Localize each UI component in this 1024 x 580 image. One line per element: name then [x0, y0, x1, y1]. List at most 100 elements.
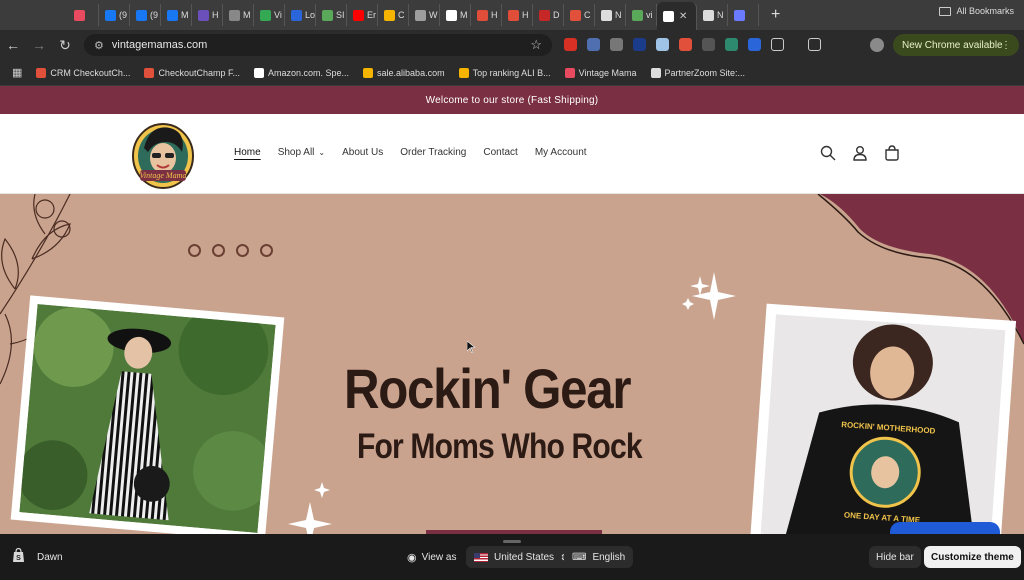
- browser-tab[interactable]: N: [595, 4, 626, 26]
- browser-tab[interactable]: Vi: [254, 4, 285, 26]
- drag-handle[interactable]: [503, 540, 521, 543]
- bookmark-item[interactable]: CRM CheckoutCh...: [36, 67, 130, 78]
- logo-lettering: Vintage Mama: [140, 171, 187, 180]
- tab-title: H: [212, 10, 219, 20]
- browser-tab[interactable]: C: [378, 4, 409, 26]
- browser-tab[interactable]: (9: [130, 4, 161, 26]
- tab-favicon-icon: [601, 9, 612, 21]
- extension-icon[interactable]: [587, 38, 600, 51]
- bookmark-label: Amazon.com. Spe...: [267, 67, 350, 78]
- bookmark-item[interactable]: PartnerZoom Site:...: [650, 67, 745, 78]
- bookmark-item[interactable]: sale.alibaba.com: [363, 67, 445, 78]
- header-icons: [820, 145, 900, 161]
- hero-banner[interactable]: ROCKIN' MOTHERHOOD ONE DAY AT A TIME Roc…: [0, 194, 1024, 534]
- nav-item-contact[interactable]: Contact: [483, 147, 517, 158]
- browser-tab-active[interactable]: ✕: [657, 2, 697, 30]
- chat-widget-button[interactable]: [890, 522, 1000, 534]
- browser-tab[interactable]: D: [533, 4, 564, 26]
- bookmark-item[interactable]: Vintage Mama: [564, 67, 637, 78]
- search-icon[interactable]: [820, 145, 836, 161]
- nav-item-my-account[interactable]: My Account: [535, 147, 587, 158]
- forward-icon[interactable]: →: [26, 37, 52, 53]
- tab-favicon-icon: [167, 9, 178, 21]
- extension-icon[interactable]: [633, 38, 646, 51]
- reload-icon[interactable]: ↻: [52, 37, 78, 54]
- tab-title: Er: [367, 10, 376, 20]
- browser-tab[interactable]: H: [471, 4, 502, 26]
- close-tab-icon[interactable]: ✕: [679, 11, 687, 22]
- bookmark-star-icon[interactable]: ☆: [530, 37, 542, 53]
- browser-tab[interactable]: SI: [316, 4, 347, 26]
- tab-title: M: [181, 10, 189, 20]
- browser-tab[interactable]: M: [223, 4, 254, 26]
- browser-tab[interactable]: Er: [347, 4, 378, 26]
- tab-title: (9: [119, 10, 128, 20]
- bookmark-item[interactable]: CheckoutChamp F...: [144, 67, 240, 78]
- browser-tab[interactable]: Lo: [285, 4, 316, 26]
- browser-tab[interactable]: W: [409, 4, 440, 26]
- hide-bar-button[interactable]: Hide bar: [869, 546, 921, 568]
- more-icon[interactable]: ⋮: [1001, 40, 1011, 51]
- chrome-update-button[interactable]: New Chrome available ⋮: [893, 34, 1019, 56]
- apps-grid-icon[interactable]: ▦: [12, 66, 22, 79]
- extension-icon[interactable]: [656, 38, 669, 51]
- browser-tab[interactable]: vi: [626, 4, 657, 26]
- tab-favicon-icon: [322, 9, 333, 21]
- main-nav: Home Shop All ⌄ About Us Order Tracking Conta…: [234, 147, 587, 158]
- cart-icon[interactable]: [884, 145, 900, 161]
- extension-icon[interactable]: [564, 38, 577, 51]
- bookmark-label: CheckoutChamp F...: [158, 67, 240, 78]
- nav-label: Order Tracking: [400, 147, 467, 158]
- browser-tab[interactable]: C: [564, 4, 595, 26]
- bookmark-item[interactable]: Top ranking ALI B...: [458, 67, 551, 78]
- browser-tab[interactable]: (9: [99, 4, 130, 26]
- account-icon[interactable]: [852, 145, 868, 161]
- nav-item-home[interactable]: Home: [234, 147, 261, 158]
- customize-theme-button[interactable]: Customize theme: [924, 546, 1021, 568]
- bookmark-label: sale.alibaba.com: [377, 67, 445, 78]
- tab-favicon-icon: [260, 9, 271, 21]
- language-selector[interactable]: ⌨ English: [564, 546, 634, 568]
- browser-tab[interactable]: N: [697, 4, 728, 26]
- tab-favicon-icon: [508, 9, 519, 21]
- extension-icon[interactable]: [725, 38, 738, 51]
- extension-icon[interactable]: [679, 38, 692, 51]
- tab-favicon-icon: [663, 10, 674, 22]
- browser-tab[interactable]: M: [440, 4, 471, 26]
- bookmark-favicon-icon: [363, 67, 374, 78]
- theme-name: Dawn: [37, 552, 63, 563]
- tab-title: C: [398, 10, 405, 20]
- hero-subtitle: For Moms Who Rock: [357, 427, 643, 466]
- tab-favicon-icon: [703, 9, 714, 21]
- country-selector[interactable]: United States ⇕: [466, 546, 575, 568]
- all-bookmarks-button[interactable]: All Bookmarks: [939, 6, 1014, 16]
- bookmark-item[interactable]: Amazon.com. Spe...: [253, 67, 350, 78]
- nav-label: Contact: [483, 147, 518, 158]
- reader-icon[interactable]: [702, 38, 715, 51]
- address-bar[interactable]: ⚙ vintagemamas.com ☆: [84, 34, 552, 56]
- nav-item-shop-all[interactable]: Shop All ⌄: [278, 147, 325, 158]
- tab-title: M: [243, 10, 251, 20]
- nav-item-order-tracking[interactable]: Order Tracking: [400, 147, 466, 158]
- browser-tab[interactable]: [728, 4, 759, 26]
- browser-tab[interactable]: [68, 4, 99, 26]
- media-icon[interactable]: [808, 38, 821, 51]
- browser-tab[interactable]: H: [502, 4, 533, 26]
- bookmark-favicon-icon: [253, 67, 264, 78]
- back-icon[interactable]: ←: [0, 37, 26, 53]
- extension-icon[interactable]: [748, 38, 761, 51]
- site-info-icon[interactable]: ⚙: [94, 39, 104, 52]
- folder-icon: [939, 6, 952, 16]
- camera-icon[interactable]: [610, 38, 623, 51]
- model-photo-dress: [10, 295, 285, 534]
- nav-item-about-us[interactable]: About Us: [342, 147, 383, 158]
- new-tab-icon[interactable]: +: [771, 6, 780, 24]
- profile-avatar[interactable]: [870, 38, 884, 52]
- bookmark-label: Top ranking ALI B...: [472, 67, 551, 78]
- browser-tab[interactable]: M: [161, 4, 192, 26]
- browser-tab[interactable]: H: [192, 4, 223, 26]
- decorative-circles: [188, 244, 273, 257]
- nav-label: About Us: [342, 147, 384, 158]
- tab-favicon-icon: [198, 9, 209, 21]
- puzzle-icon[interactable]: [771, 38, 784, 51]
